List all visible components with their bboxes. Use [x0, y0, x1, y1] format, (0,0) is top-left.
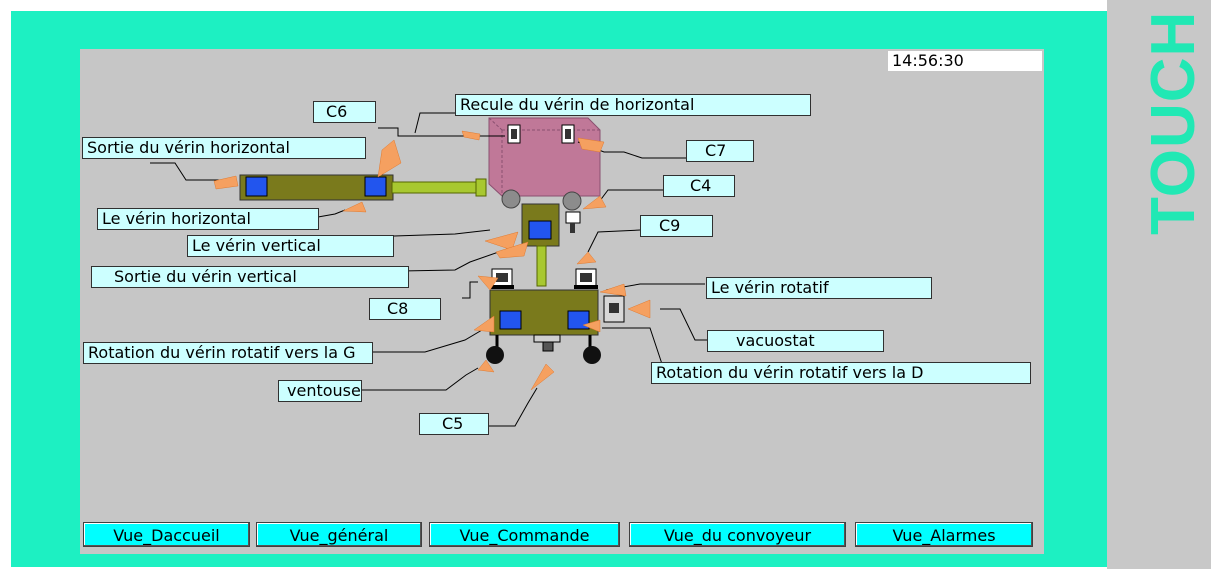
arrow-rotation-g [473, 315, 495, 333]
nav-button-general[interactable]: Vue_général [256, 522, 422, 547]
roller-left [501, 189, 521, 209]
horizontal-cylinder [239, 174, 487, 201]
label-sortie-vertical: Sortie du vérin vertical [91, 266, 409, 288]
label-c9: C9 [640, 215, 713, 237]
rotary-cylinder [489, 289, 599, 336]
sensor-c4 [565, 211, 581, 233]
label-c4: C4 [663, 175, 735, 197]
label-c8: C8 [369, 298, 441, 320]
sensor-c7 [561, 124, 575, 144]
label-ventouse: ventouse [278, 380, 362, 402]
arrow-verin-horizontal [342, 201, 367, 213]
nav-button-commande[interactable]: Vue_Commande [429, 522, 620, 547]
arrow-verin-rotatif [599, 283, 627, 297]
label-recule-horizontal: Recule du vérin de horizontal [455, 94, 811, 116]
nav-button-accueil[interactable]: Vue_Daccueil [83, 522, 250, 547]
roller-right [562, 191, 582, 211]
label-c6: C6 [313, 101, 376, 123]
indicator-sortie-horizontal [245, 176, 268, 197]
magazine-box [488, 117, 601, 197]
label-verin-rotatif: Le vérin rotatif [706, 277, 932, 299]
nav-button-alarmes[interactable]: Vue_Alarmes [855, 522, 1033, 547]
indicator-sortie-vertical [528, 220, 552, 240]
clock-display: 14:56:30 [888, 51, 1042, 71]
indicator-recule-horizontal [364, 176, 387, 197]
arrow-vacuostat [627, 299, 651, 319]
sensor-c9 [574, 268, 598, 289]
label-rotation-d: Rotation du vérin rotatif vers la D [651, 362, 1031, 384]
label-verin-vertical: Le vérin vertical [187, 235, 394, 257]
label-c7: C7 [686, 140, 754, 162]
arrow-c5 [530, 363, 555, 391]
ventouse-assembly [486, 334, 601, 364]
vacuostat-device [603, 295, 625, 323]
label-sortie-horizontal: Sortie du vérin horizontal [82, 137, 366, 159]
label-c5: C5 [419, 413, 489, 435]
arrow-sortie-horizontal [213, 175, 239, 190]
label-rotation-g: Rotation du vérin rotatif vers la G [83, 342, 373, 364]
indicator-rotation-g [499, 310, 522, 330]
arrow-recule-horizontal [377, 139, 402, 178]
arrow-c9 [576, 251, 597, 265]
label-vacuostat: vacuostat [707, 330, 884, 352]
vertical-cylinder [521, 203, 560, 287]
sensor-c6 [507, 124, 521, 144]
arrow-c6 [461, 130, 481, 141]
nav-button-convoyeur[interactable]: Vue_du convoyeur [629, 522, 846, 547]
label-verin-horizontal: Le vérin horizontal [97, 208, 319, 230]
